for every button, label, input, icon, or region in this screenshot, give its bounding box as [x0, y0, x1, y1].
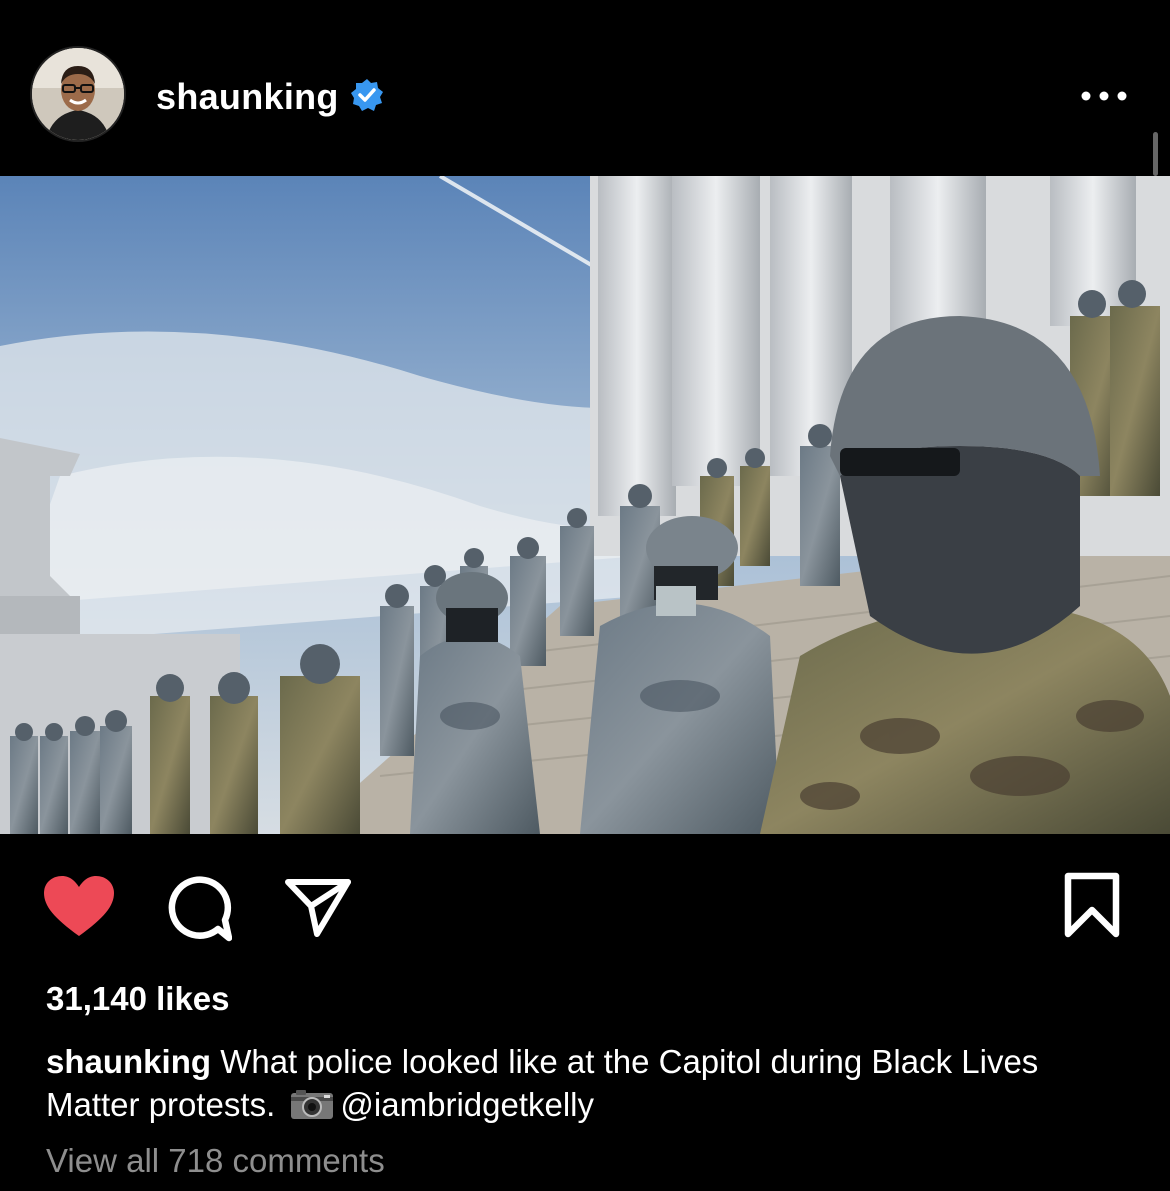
avatar-image: [32, 48, 124, 140]
likes-count[interactable]: 31,140 likes: [46, 980, 230, 1018]
heart-icon[interactable]: [44, 876, 114, 938]
post-header: shaunking: [0, 0, 1170, 176]
scrollbar[interactable]: [1153, 132, 1158, 176]
view-comments-link[interactable]: View all 718 comments: [46, 1142, 385, 1180]
caption: shaunking What police looked like at the…: [46, 1040, 1136, 1126]
bookmark-icon[interactable]: [1064, 872, 1120, 938]
send-icon[interactable]: [284, 878, 352, 938]
avatar[interactable]: [32, 48, 124, 140]
post-actions: [0, 866, 1170, 946]
comment-icon[interactable]: [164, 876, 232, 942]
caption-username[interactable]: shaunking: [46, 1043, 211, 1080]
more-horizontal-icon[interactable]: [1078, 86, 1130, 106]
post-photo[interactable]: [0, 176, 1170, 834]
post-image: [0, 176, 1170, 834]
username[interactable]: shaunking: [156, 76, 339, 118]
caption-mention[interactable]: @iambridgetkelly: [340, 1086, 594, 1123]
verified-badge-icon: [351, 79, 383, 111]
camera-emoji-icon: [291, 1090, 334, 1119]
